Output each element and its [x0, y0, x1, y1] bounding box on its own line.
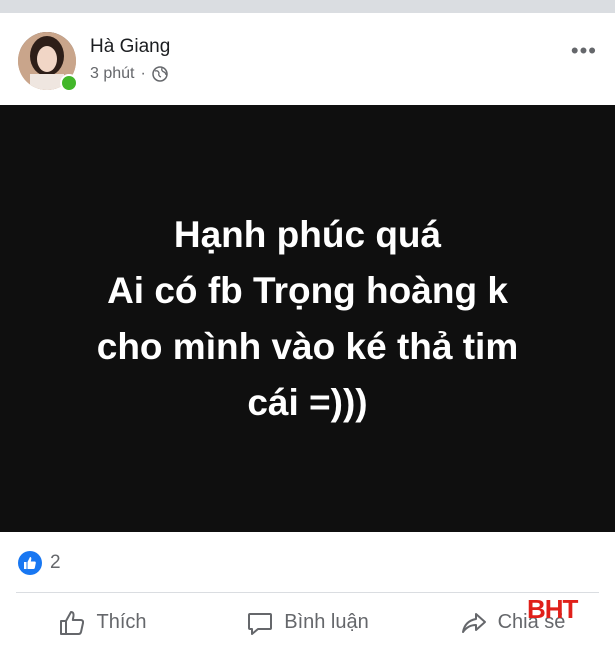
- like-reaction-icon: [18, 551, 42, 575]
- post-text-line: cho mình vào ké thả tim: [96, 325, 519, 367]
- post-text-image[interactable]: Hạnh phúc quá Ai có fb Trọng hoàng k cho…: [0, 105, 615, 532]
- like-label: Thích: [96, 611, 147, 633]
- reaction-count: 2: [50, 552, 61, 573]
- comment-button[interactable]: Bình luận: [205, 600, 410, 645]
- top-divider-bar: [0, 0, 615, 13]
- comment-icon: [248, 612, 273, 635]
- post-actions: Thích Bình luận Chia sẻ: [0, 600, 615, 645]
- post-text-line: cái =))): [247, 381, 368, 423]
- actions-divider: [16, 592, 599, 593]
- like-button[interactable]: Thích: [0, 600, 205, 645]
- reactions-summary[interactable]: 2: [18, 551, 61, 575]
- meta-separator: ·: [140, 65, 146, 82]
- post-text-line: Ai có fb Trọng hoàng k: [107, 269, 508, 311]
- share-button[interactable]: Chia sẻ: [410, 600, 615, 645]
- post-text: Hạnh phúc quá Ai có fb Trọng hoàng k cho…: [97, 207, 518, 431]
- comment-label: Bình luận: [284, 611, 369, 633]
- post-meta: 3 phút ·: [90, 65, 168, 83]
- more-options-icon[interactable]: •••: [571, 40, 597, 62]
- author-name[interactable]: Hà Giang: [90, 36, 170, 58]
- share-icon: [461, 612, 486, 633]
- post-text-line: Hạnh phúc quá: [173, 213, 442, 255]
- bht-watermark-logo: BHT: [527, 594, 578, 624]
- globe-icon: [152, 66, 168, 82]
- online-status-dot: [60, 74, 78, 92]
- thumbs-up-icon: [60, 610, 85, 635]
- post-timestamp[interactable]: 3 phút: [90, 65, 134, 83]
- post-header: Hà Giang 3 phút · •••: [0, 13, 615, 105]
